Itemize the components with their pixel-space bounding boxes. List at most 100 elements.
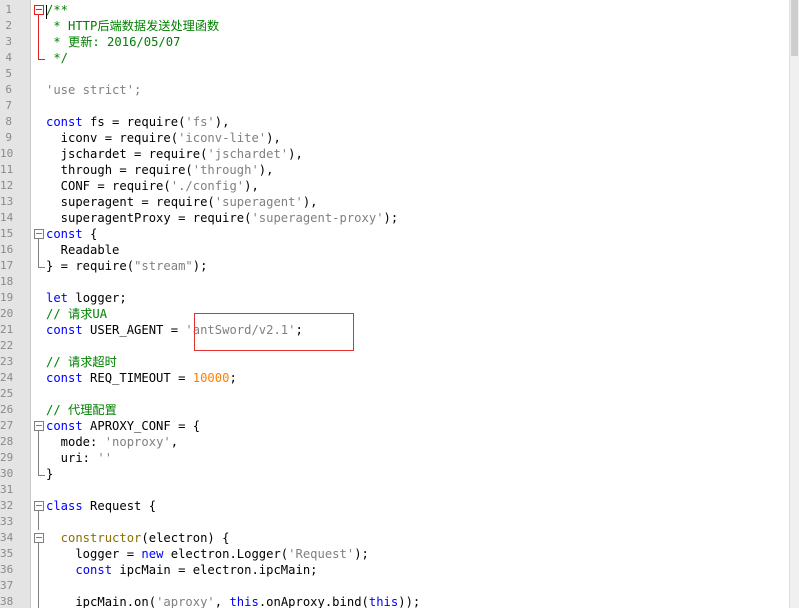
line-number: 16 [0, 243, 14, 256]
code-line[interactable]: 27 const APROXY_CONF = { [0, 418, 790, 434]
code-token: const [46, 115, 83, 129]
fold-end-marker [38, 466, 45, 476]
code-line[interactable]: 12 CONF = require('./config'), [0, 178, 790, 194]
vertical-scrollbar[interactable] [789, 0, 799, 608]
code-token: ), [288, 147, 303, 161]
code-line[interactable]: 4 */ [0, 50, 790, 66]
code-line[interactable]: 23 // 请求超时 [0, 354, 790, 370]
line-number: 6 [5, 83, 12, 96]
code-line[interactable]: 9 iconv = require('iconv-lite'), [0, 130, 790, 146]
code-token: const [46, 323, 83, 337]
fold-guide [38, 450, 39, 466]
code-line[interactable]: 13 superagent = require('superagent'), [0, 194, 790, 210]
code-token: './config' [170, 179, 245, 193]
code-line[interactable]: 3 * 更新: 2016/05/07 [0, 34, 790, 50]
code-token: const [75, 563, 113, 577]
code-token: fs = require( [82, 115, 186, 129]
line-number: 23 [0, 355, 14, 368]
code-token: mode: [46, 435, 105, 449]
code-line[interactable]: 35 logger = new electron.Logger('Request… [0, 546, 790, 562]
code-token: ), [302, 195, 318, 209]
code-line[interactable]: 19 let logger; [0, 290, 790, 306]
vertical-scrollbar-thumb[interactable] [791, 0, 798, 56]
code-text: 'use strict'; [46, 82, 141, 98]
code-token: 10000 [192, 371, 230, 385]
code-token: this [229, 595, 259, 608]
code-line[interactable]: 28 mode: 'noproxy', [0, 434, 790, 450]
code-line[interactable]: 18 [0, 274, 790, 290]
code-line[interactable]: 36 const ipcMain = electron.ipcMain; [0, 562, 790, 578]
fold-end-marker [38, 258, 45, 268]
code-token: CONF = require( [46, 179, 171, 193]
code-line[interactable]: 8 const fs = require('fs'), [0, 114, 790, 130]
code-line[interactable]: 32 class Request { [0, 498, 790, 514]
line-number: 25 [0, 387, 14, 400]
fold-toggle-icon[interactable] [34, 229, 44, 239]
line-number: 15 [0, 227, 14, 240]
code-line[interactable]: 31 [0, 482, 790, 498]
code-token: 'aproxy' [156, 595, 215, 608]
code-line[interactable]: 5 [0, 66, 790, 82]
code-text: const fs = require('fs'), [46, 114, 229, 130]
code-token: uri: [46, 451, 98, 465]
code-token: ), [266, 131, 281, 145]
code-text: Readable [46, 242, 120, 258]
code-line[interactable]: 11 through = require('through'), [0, 162, 790, 178]
code-token: superagent = require( [46, 195, 215, 209]
code-line[interactable]: 17} = require("stream"); [0, 258, 790, 274]
code-line[interactable]: 10 jschardet = require('jschardet'), [0, 146, 790, 162]
code-line[interactable]: 30} [0, 466, 790, 482]
code-line[interactable]: 2 * HTTP后端数据发送处理函数 [0, 18, 790, 34]
code-line[interactable]: 14 superagentProxy = require('superagent… [0, 210, 790, 226]
fold-toggle-icon[interactable] [34, 533, 44, 543]
code-line[interactable]: 24 const REQ_TIMEOUT = 10000; [0, 370, 790, 386]
code-line[interactable]: 7 [0, 98, 790, 114]
code-token: * HTTP后端数据发送处理函数 [46, 19, 220, 33]
line-number: 21 [0, 323, 14, 336]
code-line[interactable]: 1 /** [0, 2, 790, 18]
code-line[interactable]: 38 ipcMain.on('aproxy', this.onAproxy.bi… [0, 594, 790, 608]
fold-toggle-icon[interactable] [34, 421, 44, 431]
fold-guide [38, 242, 39, 258]
line-number: 18 [0, 275, 14, 288]
line-number: 26 [0, 403, 14, 416]
line-number: 38 [0, 595, 14, 608]
code-editor[interactable]: 1/** 2 * HTTP后端数据发送处理函数 3 * 更新: 2016/05/07… [0, 0, 799, 608]
code-text: const APROXY_CONF = { [46, 418, 200, 434]
code-text: uri: '' [46, 450, 112, 466]
code-line[interactable]: 26 // 代理配置 [0, 402, 790, 418]
code-token: } [46, 467, 54, 481]
code-line[interactable]: 29 uri: '' [0, 450, 790, 466]
code-token: } = require( [46, 259, 135, 273]
code-token: logger = [46, 547, 142, 561]
code-line[interactable]: 25 [0, 386, 790, 402]
code-line[interactable]: 22 [0, 338, 790, 354]
code-line[interactable]: 21 const USER_AGENT = 'antSword/v2.1'; [0, 322, 790, 338]
code-token: */ [46, 51, 69, 65]
code-token: /** [46, 3, 69, 17]
code-token: USER_AGENT = [82, 323, 186, 337]
code-text: // 代理配置 [46, 402, 117, 418]
code-token: const [46, 419, 83, 433]
code-text: // 请求超时 [46, 354, 117, 370]
line-number: 19 [0, 291, 14, 304]
line-number: 30 [0, 467, 14, 480]
code-text: } = require("stream"); [46, 258, 207, 274]
fold-toggle-icon[interactable] [34, 501, 44, 511]
fold-guide [38, 546, 39, 562]
code-text: /** [46, 2, 68, 18]
fold-end-marker [38, 50, 45, 60]
fold-toggle-icon[interactable] [34, 5, 44, 15]
code-token: // 请求超时 [46, 355, 117, 369]
code-line[interactable]: 37 [0, 578, 790, 594]
code-line[interactable]: 6 'use strict'; [0, 82, 790, 98]
code-line[interactable]: 33 [0, 514, 790, 530]
code-token: constructor [46, 531, 142, 545]
code-line[interactable]: 20 // 请求UA [0, 306, 790, 322]
user-agent-highlight-box [194, 313, 354, 351]
code-text: jschardet = require('jschardet'), [46, 146, 303, 162]
code-line[interactable]: 15 const { [0, 226, 790, 242]
code-text: superagent = require('superagent'), [46, 194, 318, 210]
code-line[interactable]: 34 constructor(electron) { [0, 530, 790, 546]
code-line[interactable]: 16 Readable [0, 242, 790, 258]
